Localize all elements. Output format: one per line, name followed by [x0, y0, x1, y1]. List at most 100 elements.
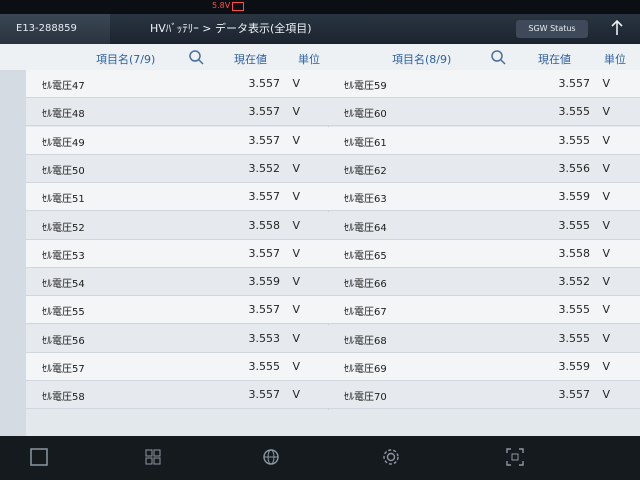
search-icon[interactable] [188, 49, 204, 65]
table-row[interactable]: ｾﾙ電圧59 3.557 V [328, 70, 640, 98]
row-unit: V [292, 133, 300, 147]
column-header: 項目名(7/9) 現在値 単位 項目名(8/9) 現在値 単位 [0, 44, 640, 70]
row-name: ｾﾙ電圧69 [344, 364, 387, 375]
row-unit: V [602, 218, 610, 232]
table-row[interactable]: ｾﾙ電圧62 3.556 V [328, 154, 640, 183]
row-value: 3.555 [248, 360, 281, 373]
row-name: ｾﾙ電圧54 [42, 279, 85, 291]
right-col-value: 現在値 [538, 53, 571, 66]
row-name: ｾﾙ電圧58 [42, 392, 85, 404]
vin-label: E13-288859 [0, 14, 110, 44]
table-row[interactable]: ｾﾙ電圧55 3.557 V [26, 296, 328, 325]
battery-icon [232, 2, 244, 11]
row-unit: V [292, 218, 300, 232]
bottom-nav [0, 436, 640, 480]
row-value: 3.557 [248, 133, 281, 147]
scan-icon[interactable] [504, 446, 526, 468]
row-name: ｾﾙ電圧49 [42, 137, 85, 149]
row-name: ｾﾙ電圧51 [42, 194, 85, 206]
row-unit: V [292, 303, 300, 317]
table-row[interactable]: ｾﾙ電圧70 3.557 V [328, 381, 640, 410]
row-name: ｾﾙ電圧57 [42, 364, 85, 375]
table-row[interactable]: ｾﾙ電圧66 3.552 V [328, 268, 640, 297]
row-unit: V [602, 388, 610, 402]
row-name: ｾﾙ電圧62 [344, 165, 387, 177]
row-unit: V [292, 275, 300, 289]
square-icon[interactable] [28, 446, 50, 468]
table-row[interactable]: ｾﾙ電圧52 3.558 V [26, 211, 328, 240]
table-row[interactable]: ｾﾙ電圧57 3.555 V [26, 353, 328, 381]
row-name: ｾﾙ電圧50 [42, 165, 85, 177]
table-row[interactable]: ｾﾙ電圧63 3.559 V [328, 183, 640, 212]
row-value: 3.559 [558, 190, 591, 204]
gear-icon[interactable] [380, 446, 402, 468]
row-value: 3.552 [248, 161, 281, 175]
row-unit: V [602, 246, 610, 260]
row-value: 3.559 [248, 275, 281, 289]
row-name: ｾﾙ電圧53 [42, 250, 85, 262]
row-unit: V [602, 360, 610, 373]
row-unit: V [292, 161, 300, 175]
row-value: 3.558 [248, 218, 281, 232]
table-row[interactable]: ｾﾙ電圧69 3.559 V [328, 353, 640, 381]
row-value: 3.555 [558, 331, 591, 345]
row-unit: V [292, 77, 300, 90]
row-value: 3.552 [558, 275, 591, 289]
row-unit: V [292, 360, 300, 373]
globe-icon[interactable] [260, 446, 282, 468]
table-row[interactable]: ｾﾙ電圧54 3.559 V [26, 268, 328, 297]
table-row[interactable]: ｾﾙ電圧61 3.555 V [328, 126, 640, 155]
row-value: 3.557 [248, 303, 281, 317]
status-bar: 5.8V [0, 0, 640, 14]
row-name: ｾﾙ電圧61 [344, 137, 387, 149]
row-name: ｾﾙ電圧70 [344, 392, 387, 404]
search-icon[interactable] [490, 49, 506, 65]
row-value: 3.553 [248, 331, 281, 345]
row-unit: V [602, 331, 610, 345]
share-icon[interactable] [606, 18, 628, 40]
sgw-status-button[interactable]: SGW Status [516, 20, 588, 38]
row-value: 3.557 [248, 190, 281, 204]
row-value: 3.557 [248, 77, 281, 90]
row-value: 3.557 [248, 246, 281, 260]
data-panel: 項目名(7/9) 現在値 単位 項目名(8/9) 現在値 単位 ｾﾙ電圧47 3.… [0, 44, 640, 436]
row-value: 3.555 [558, 105, 591, 119]
table-row[interactable]: ｾﾙ電圧47 3.557 V [26, 70, 328, 98]
row-name: ｾﾙ電圧47 [42, 81, 85, 92]
table-row[interactable]: ｾﾙ電圧65 3.558 V [328, 239, 640, 268]
left-col-unit: 単位 [298, 53, 320, 66]
row-unit: V [602, 190, 610, 204]
table-row[interactable]: ｾﾙ電圧68 3.555 V [328, 324, 640, 353]
row-unit: V [602, 105, 610, 119]
table-row[interactable]: ｾﾙ電圧51 3.557 V [26, 183, 328, 212]
table-row[interactable]: ｾﾙ電圧60 3.555 V [328, 98, 640, 127]
row-unit: V [292, 190, 300, 204]
row-unit: V [602, 303, 610, 317]
table-row[interactable]: ｾﾙ電圧58 3.557 V [26, 381, 328, 410]
table-row[interactable]: ｾﾙ電圧67 3.555 V [328, 296, 640, 325]
page-indicator [284, 426, 383, 441]
row-value: 3.558 [558, 246, 591, 260]
row-unit: V [292, 105, 300, 119]
table-row[interactable]: ｾﾙ電圧64 3.555 V [328, 211, 640, 240]
row-name: ｾﾙ電圧52 [42, 222, 85, 234]
row-name: ｾﾙ電圧66 [344, 279, 387, 291]
row-name: ｾﾙ電圧60 [344, 109, 387, 121]
table-row[interactable]: ｾﾙ電圧53 3.557 V [26, 239, 328, 268]
breadcrumb: HVﾊﾞｯﾃﾘｰ > データ表示(全項目) [150, 22, 312, 35]
table-row[interactable]: ｾﾙ電圧56 3.553 V [26, 324, 328, 353]
row-unit: V [292, 246, 300, 260]
table-row[interactable]: ｾﾙ電圧50 3.552 V [26, 154, 328, 183]
row-name: ｾﾙ電圧48 [42, 109, 85, 121]
top-bar: E13-288859 HVﾊﾞｯﾃﾘｰ > データ表示(全項目) SGW Sta… [0, 14, 640, 44]
table-row[interactable]: ｾﾙ電圧49 3.557 V [26, 126, 328, 155]
grid-icon[interactable] [142, 446, 164, 468]
row-unit: V [602, 133, 610, 147]
row-value: 3.555 [558, 218, 591, 232]
row-name: ｾﾙ電圧59 [344, 81, 387, 92]
row-value: 3.556 [558, 161, 591, 175]
right-col-name: 項目名(8/9) [392, 53, 452, 66]
table-row[interactable]: ｾﾙ電圧48 3.557 V [26, 98, 328, 127]
row-value: 3.557 [248, 388, 281, 402]
row-name: ｾﾙ電圧55 [42, 307, 85, 319]
